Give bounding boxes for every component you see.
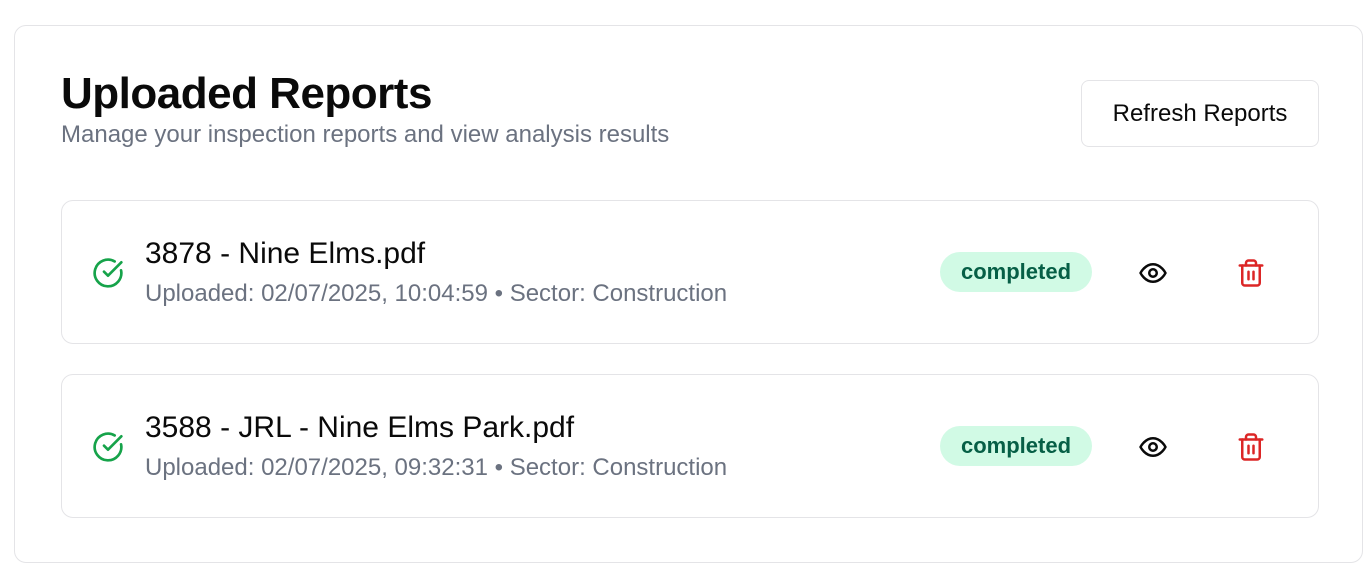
- trash-icon: [1236, 432, 1266, 462]
- eye-icon: [1138, 258, 1168, 288]
- report-file-name: 3588 - JRL - Nine Elms Park.pdf: [145, 411, 575, 444]
- report-row: 3878 - Nine Elms.pdf Uploaded: 02/07/202…: [61, 200, 1319, 344]
- reports-card: Uploaded Reports Manage your inspection …: [14, 25, 1363, 563]
- report-file-name: 3878 - Nine Elms.pdf: [145, 237, 426, 270]
- status-badge: completed: [940, 252, 1092, 292]
- refresh-reports-button[interactable]: Refresh Reports: [1081, 80, 1319, 147]
- check-circle-icon: [92, 431, 124, 463]
- view-report-button[interactable]: [1131, 251, 1175, 295]
- delete-report-button[interactable]: [1229, 251, 1273, 295]
- delete-report-button[interactable]: [1229, 425, 1273, 469]
- page-subtitle: Manage your inspection reports and view …: [61, 121, 670, 148]
- page-title: Uploaded Reports: [61, 69, 432, 118]
- check-circle-icon: [92, 257, 124, 289]
- view-report-button[interactable]: [1131, 425, 1175, 469]
- report-meta: Uploaded: 02/07/2025, 10:04:59 • Sector:…: [145, 280, 728, 307]
- report-row: 3588 - JRL - Nine Elms Park.pdf Uploaded…: [61, 374, 1319, 518]
- trash-icon: [1236, 258, 1266, 288]
- eye-icon: [1138, 432, 1168, 462]
- report-meta: Uploaded: 02/07/2025, 09:32:31 • Sector:…: [145, 454, 728, 481]
- status-badge: completed: [940, 426, 1092, 466]
